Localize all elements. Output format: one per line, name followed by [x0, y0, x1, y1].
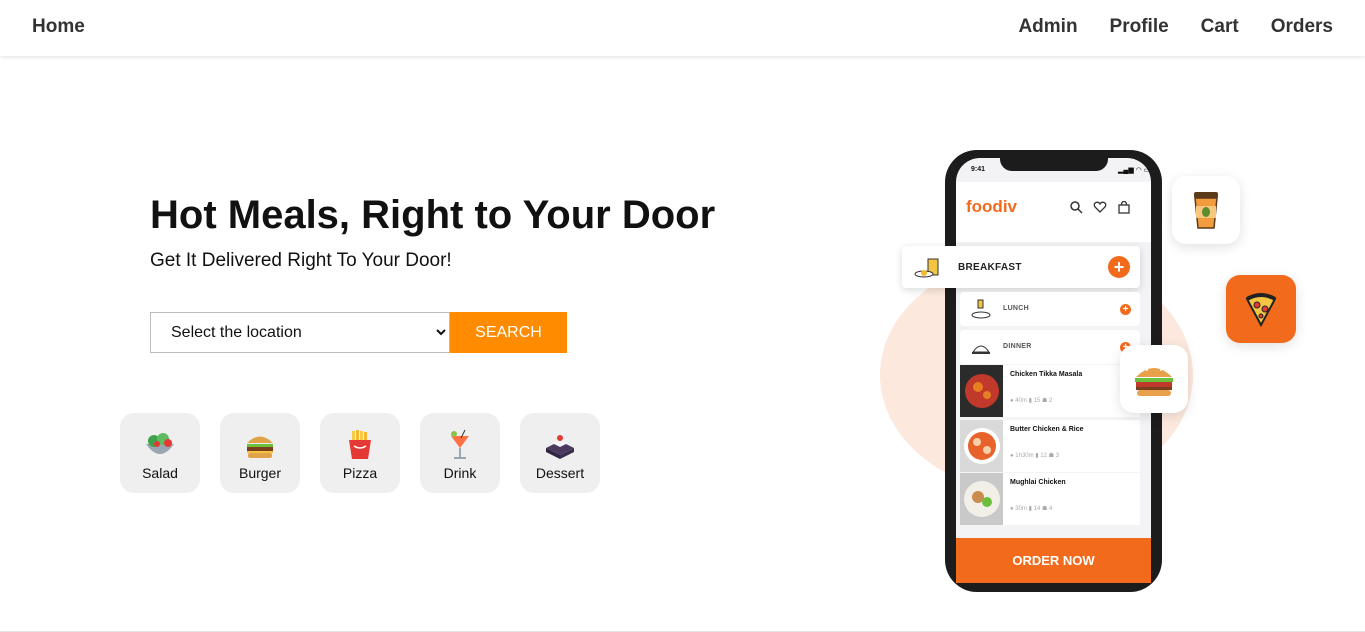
pizza-slice-icon [1245, 293, 1277, 327]
drink-icon [442, 427, 478, 463]
phone-notch [1000, 155, 1108, 171]
salad-icon [142, 427, 178, 463]
category-salad[interactable]: Salad [120, 413, 200, 493]
menu-card-dinner[interactable]: DINNER + [960, 330, 1140, 364]
menu-card-lunch[interactable]: LUNCH + [960, 292, 1140, 326]
dessert-icon [542, 427, 578, 463]
dish-image [960, 473, 1003, 525]
add-breakfast-button[interactable]: + [1108, 256, 1130, 278]
nav-profile-link[interactable]: Profile [1110, 16, 1169, 38]
phone-brand-logo: foodiv [966, 197, 1017, 216]
dish-image [960, 365, 1003, 417]
dish-name: Mughlai Chicken [1010, 479, 1066, 486]
dish-image [960, 420, 1003, 472]
bag-icon [1118, 200, 1130, 214]
nav-home-link[interactable]: Home [32, 16, 85, 38]
coffee-cup-icon [1194, 192, 1218, 229]
dish-item[interactable]: Butter Chicken & Rice ● 1h30m ▮ 12 ☗ 3 [960, 420, 1140, 472]
lunch-icon [971, 299, 991, 319]
hero-title: Hot Meals, Right to Your Door [150, 193, 716, 237]
category-drink[interactable]: Drink [420, 413, 500, 493]
category-burger[interactable]: Burger [220, 413, 300, 493]
category-label: Salad [142, 465, 178, 481]
category-pizza[interactable]: Pizza [320, 413, 400, 493]
fries-icon [342, 427, 378, 463]
order-now-button[interactable]: ORDER NOW [956, 538, 1151, 583]
dish-item[interactable]: Mughlai Chicken ● 30m ▮ 14 ☗ 4 [960, 473, 1140, 525]
nav-admin-link[interactable]: Admin [1018, 16, 1077, 38]
dish-name: Butter Chicken & Rice [1010, 426, 1084, 433]
phone-status-icons: ▂▄▆ ◠ ▭ [1118, 167, 1151, 174]
dish-meta: ● 40m ▮ 15 ☗ 2 [1010, 398, 1053, 404]
nav-orders-link[interactable]: Orders [1271, 16, 1333, 38]
burger-icon [242, 427, 278, 463]
category-label: Drink [443, 465, 477, 481]
phone-time: 9:41 [971, 166, 986, 173]
heart-icon [1093, 201, 1107, 213]
hero-subtitle: Get It Delivered Right To Your Door! [150, 250, 452, 271]
phone-header-icons [1069, 200, 1131, 214]
dinner-icon [972, 345, 990, 354]
pizza-tile [1226, 275, 1296, 343]
search-icon [1070, 201, 1083, 214]
menu-card-title: LUNCH [1003, 305, 1029, 312]
dish-name: Chicken Tikka Masala [1010, 371, 1083, 378]
menu-card-title: DINNER [1003, 343, 1032, 350]
dish-meta: ● 30m ▮ 14 ☗ 4 [1010, 506, 1053, 512]
nav-links: Admin Profile Cart Orders [1018, 16, 1333, 38]
search-button[interactable]: SEARCH [450, 312, 567, 353]
burger-icon [1135, 366, 1173, 396]
category-dessert[interactable]: Dessert [520, 413, 600, 493]
category-label: Pizza [342, 465, 378, 481]
coffee-tile [1172, 176, 1240, 244]
nav-cart-link[interactable]: Cart [1201, 16, 1239, 38]
location-select[interactable]: Select the location [150, 312, 450, 353]
menu-card-title: BREAKFAST [958, 262, 1022, 273]
add-lunch-button[interactable]: + [1120, 304, 1131, 315]
category-label: Dessert [535, 465, 585, 481]
top-navbar: Home Admin Profile Cart Orders [0, 0, 1365, 56]
category-label: Burger [238, 465, 282, 481]
dish-item[interactable]: Chicken Tikka Masala ● 40m ▮ 15 ☗ 2 [960, 365, 1140, 417]
menu-card-breakfast[interactable]: BREAKFAST + [902, 246, 1140, 288]
breakfast-icon [914, 258, 939, 278]
burger-tile [1120, 345, 1188, 413]
category-list: Salad Burger Pizza Drink Dessert [120, 413, 600, 493]
dish-meta: ● 1h30m ▮ 12 ☗ 3 [1010, 453, 1059, 459]
